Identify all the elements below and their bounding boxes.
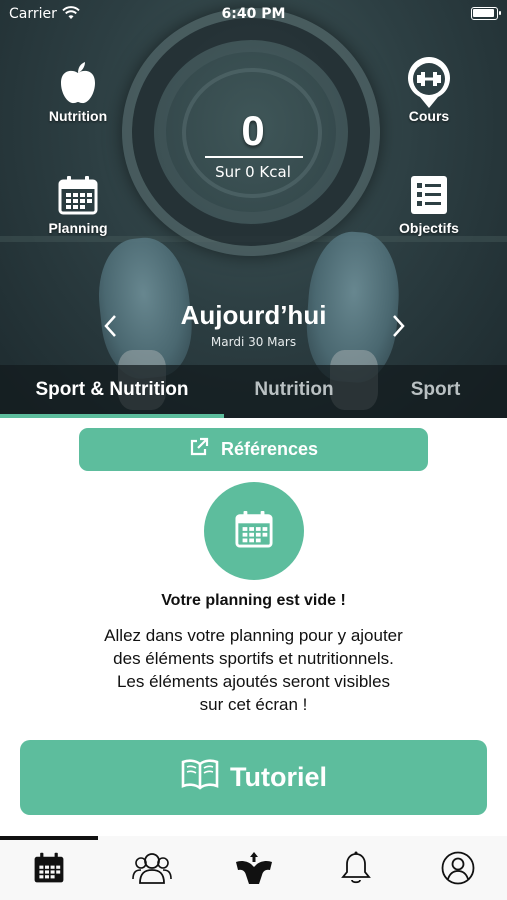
bottom-tab-indicator (0, 836, 98, 840)
shortcut-cours[interactable]: Cours (379, 57, 479, 124)
checklist-icon (379, 172, 479, 218)
empty-state-line: Allez dans votre planning pour y ajouter (104, 626, 403, 645)
tab-nutrition[interactable]: Nutrition (224, 365, 364, 415)
bottom-tab-notifications[interactable] (326, 850, 386, 890)
bell-icon (341, 851, 371, 889)
bottom-tab-calendar[interactable] (19, 850, 79, 890)
shortcut-nutrition[interactable]: Nutrition (28, 60, 128, 124)
empty-state-line: des éléments sportifs et nutritionnels. (113, 649, 394, 668)
dumbbell-pin-icon (379, 57, 479, 108)
shortcut-planning[interactable]: Planning (28, 172, 128, 236)
calendar-icon (235, 510, 273, 552)
shortcut-objectifs-label: Objectifs (399, 220, 459, 236)
bottom-tab-body[interactable] (224, 850, 284, 890)
book-icon (180, 758, 220, 797)
tab-sport[interactable]: Sport (364, 365, 507, 415)
empty-state-message: Allez dans votre planning pour y ajouter… (50, 624, 457, 716)
calendar-icon (33, 852, 65, 888)
bottom-tab-profile[interactable] (428, 850, 488, 890)
references-label: Références (220, 439, 319, 459)
empty-planning-badge (204, 482, 304, 580)
empty-state-title: Votre planning est vide ! (161, 592, 346, 609)
calorie-count: 0 (241, 107, 265, 154)
shortcut-nutrition-label: Nutrition (48, 108, 108, 124)
apple-icon (28, 60, 128, 106)
bottom-tab-bar (0, 836, 507, 900)
tutorial-label: Tutoriel (230, 762, 327, 792)
bottom-tab-community[interactable] (122, 850, 182, 890)
empty-state-line: Les éléments ajoutés seront visibles (116, 672, 391, 691)
active-tab-indicator (0, 414, 224, 418)
external-link-icon (189, 437, 209, 462)
calorie-target: Sur 0 Kcal (215, 163, 291, 181)
references-button[interactable]: Références (79, 428, 428, 471)
status-bar: Carrier 6:40 PM (0, 0, 507, 28)
day-date: Mardi 30 Mars (210, 335, 297, 349)
next-day-chevron-icon[interactable] (388, 314, 410, 338)
status-time: 6:40 PM (221, 6, 286, 22)
content-tabs: Sport & Nutrition Nutrition Sport (0, 365, 507, 418)
shortcut-cours-label: Cours (408, 108, 450, 124)
body-icon (233, 850, 275, 890)
hero-header: Carrier 6:40 PM Nutrition Cours Planning… (0, 0, 507, 418)
profile-icon (441, 851, 475, 889)
empty-state-line: sur cet écran ! (199, 695, 308, 714)
day-title: Aujourd’hui (180, 300, 327, 330)
calendar-icon (28, 172, 128, 218)
tutorial-button[interactable]: Tutoriel (20, 740, 487, 815)
users-icon (132, 851, 172, 889)
battery-icon (471, 7, 501, 20)
tab-sport-nutrition[interactable]: Sport & Nutrition (0, 365, 224, 415)
shortcut-planning-label: Planning (48, 220, 108, 236)
calorie-divider (205, 156, 303, 158)
shortcut-objectifs[interactable]: Objectifs (379, 172, 479, 236)
